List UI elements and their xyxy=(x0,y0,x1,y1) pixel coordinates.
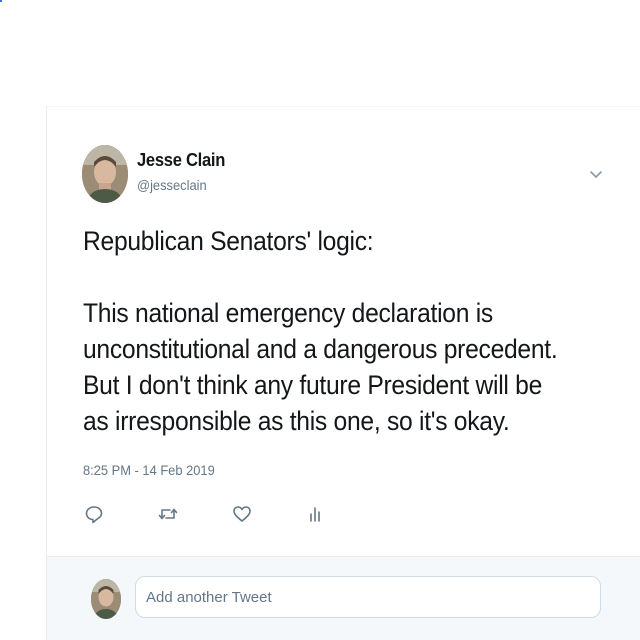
tweet-card: Jesse Clain @jesseclain Republican Senat… xyxy=(46,106,640,640)
analytics-icon[interactable] xyxy=(305,503,327,525)
author-handle[interactable]: @jesseclain xyxy=(137,177,207,193)
corner-mark xyxy=(0,0,2,2)
retweet-icon[interactable] xyxy=(157,503,179,525)
reply-composer xyxy=(47,556,640,640)
author-avatar[interactable] xyxy=(82,145,128,203)
paragraph-break xyxy=(83,259,600,295)
author-name[interactable]: Jesse Clain xyxy=(137,150,225,171)
reply-icon[interactable] xyxy=(83,503,105,525)
tweet-text: Republican Senators' logic: This nationa… xyxy=(83,223,600,439)
chevron-down-icon[interactable] xyxy=(587,165,605,183)
page: Jesse Clain @jesseclain Republican Senat… xyxy=(0,0,640,640)
tweet-text-line: This national emergency declaration is xyxy=(83,298,493,328)
tweet-timestamp[interactable]: 8:25 PM - 14 Feb 2019 xyxy=(83,462,215,478)
tweet-text-line: Republican Senators' logic: xyxy=(83,226,374,256)
add-tweet-input[interactable] xyxy=(135,576,601,618)
tweet-text-line: unconstitutional and a dangerous precede… xyxy=(83,334,558,364)
like-icon[interactable] xyxy=(231,503,253,525)
user-avatar xyxy=(91,579,121,619)
tweet-text-line: as irresponsible as this one, so it's ok… xyxy=(83,406,510,436)
tweet-text-line: But I don't think any future President w… xyxy=(83,370,543,400)
